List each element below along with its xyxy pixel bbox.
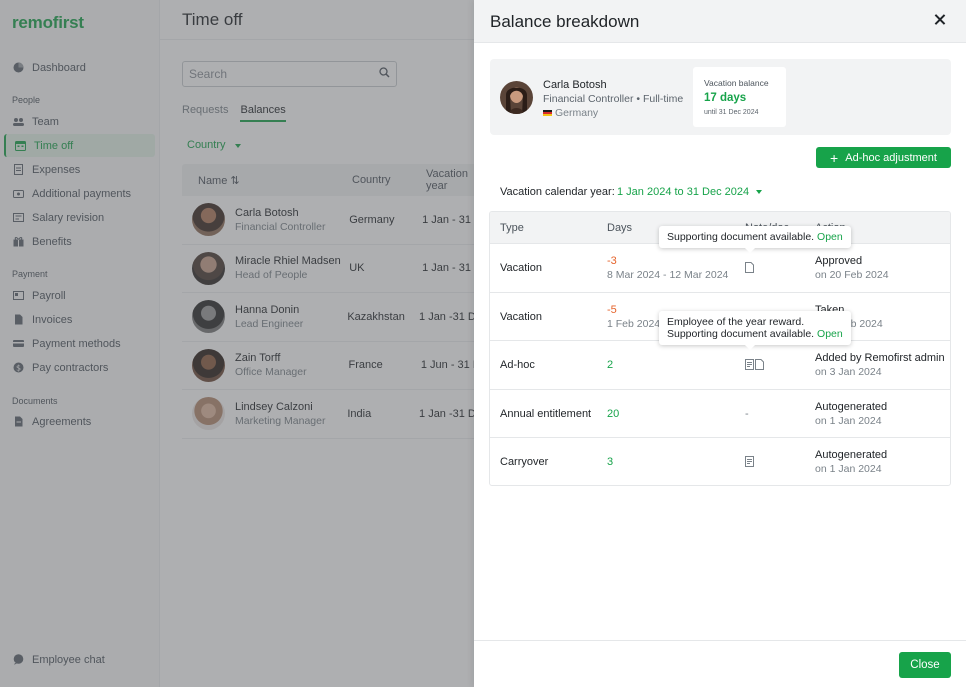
close-button[interactable]: Close <box>899 652 951 678</box>
adhoc-adjustment-button[interactable]: + Ad-hoc adjustment <box>816 147 951 168</box>
employee-name: Carla Botosh <box>543 79 607 91</box>
action-cell: Added by Remofirst admin on 3 Jan 2024 <box>815 352 945 378</box>
employee-country-label: Germany <box>555 107 599 119</box>
notes-cell <box>745 359 764 370</box>
file-icon[interactable] <box>745 262 754 273</box>
plus-icon: + <box>830 149 839 166</box>
employee-country: Germany <box>543 107 598 119</box>
open-document-link[interactable]: Open <box>817 328 843 340</box>
vacation-balance-label: Vacation balance <box>704 78 769 88</box>
chevron-down-icon <box>756 190 763 194</box>
days-cell: 20 <box>607 408 619 420</box>
file-icon[interactable] <box>755 359 764 370</box>
days-value: 3 <box>607 456 614 468</box>
table-row: Ad-hoc 2 Added by Remofirst admin on 3 J… <box>490 341 950 390</box>
germany-flag-icon <box>543 110 552 116</box>
action-status: Autogenerated <box>815 449 888 461</box>
tooltip-text: Supporting document available. <box>667 231 815 243</box>
breakdown-table: Type Days Note/doc Action Vacation -3 8 … <box>489 211 951 486</box>
days-dates: 8 Mar 2024 - 12 Mar 2024 <box>607 269 729 281</box>
days-value: -3 <box>607 255 617 267</box>
employee-role: Financial Controller • Full-time <box>543 93 684 105</box>
drawer-title: Balance breakdown <box>490 12 640 31</box>
action-date: on 20 Feb 2024 <box>815 269 889 281</box>
type-cell: Vacation <box>500 262 542 274</box>
column-header-type: Type <box>500 222 524 234</box>
table-row: Carryover 3 Autogenerated on 1 Jan 2024 <box>490 438 950 485</box>
days-value: -5 <box>607 303 617 316</box>
notes-cell: - <box>745 407 749 420</box>
table-row: Annual entitlement 20 - Autogenerated on… <box>490 390 950 438</box>
column-header-days: Days <box>607 222 633 234</box>
drawer-header: Balance breakdown <box>474 0 966 43</box>
type-cell: Carryover <box>500 456 549 468</box>
vacation-year-select[interactable]: 1 Jan 2024 to 31 Dec 2024 <box>617 186 763 198</box>
days-value: 2 <box>607 359 614 371</box>
action-date: on 3 Jan 2024 <box>815 366 882 378</box>
drawer-footer: Close <box>474 640 966 687</box>
note-tooltip: Employee of the year reward. Supporting … <box>659 311 851 350</box>
table-row: Vacation -3 8 Mar 2024 - 12 Mar 2024 App… <box>490 244 950 293</box>
days-value: 20 <box>607 407 620 420</box>
vacation-balance-until: until 31 Dec 2024 <box>704 109 759 116</box>
type-cell: Annual entitlement <box>500 407 592 420</box>
action-date: on 1 Jan 2024 <box>815 463 882 475</box>
note-icon[interactable] <box>745 456 754 467</box>
open-document-link[interactable]: Open <box>817 231 843 243</box>
close-icon[interactable] <box>934 14 946 26</box>
tooltip-note-text: Employee of the year reward. <box>667 316 805 328</box>
days-cell: -3 8 Mar 2024 - 12 Mar 2024 <box>607 255 728 281</box>
vacation-year-label: Vacation calendar year: <box>500 186 615 198</box>
balance-breakdown-drawer: Balance breakdown Carla Botosh Financial… <box>474 0 966 687</box>
action-status: Autogenerated <box>815 400 888 413</box>
document-tooltip: Supporting document available. Open <box>659 226 851 253</box>
type-cell: Ad-hoc <box>500 359 535 371</box>
days-cell: 3 <box>607 456 613 468</box>
vacation-balance-value: 17 days <box>704 92 747 104</box>
action-status: Approved <box>815 255 863 267</box>
action-cell: Autogenerated on 1 Jan 2024 <box>815 401 887 427</box>
days-cell: -5 1 Feb 2024 <box>607 304 660 330</box>
employee-card: Carla Botosh Financial Controller • Full… <box>490 59 951 135</box>
notes-cell <box>745 456 754 467</box>
note-icon[interactable] <box>745 359 754 370</box>
vacation-balance-box: Vacation balance 17 days until 31 Dec 20… <box>693 67 786 127</box>
action-status: Added by Remofirst admin <box>815 352 945 364</box>
action-cell: Approved on 20 Feb 2024 <box>815 255 889 281</box>
action-date: on 1 Jan 2024 <box>815 414 882 427</box>
tooltip-text: Supporting document available. <box>667 328 815 340</box>
notes-cell <box>745 262 754 273</box>
action-cell: Autogenerated on 1 Jan 2024 <box>815 449 887 475</box>
adhoc-adjustment-label: Ad-hoc adjustment <box>845 151 937 164</box>
days-cell: 2 <box>607 359 613 371</box>
type-cell: Vacation <box>500 310 542 323</box>
avatar <box>500 81 533 114</box>
days-dates: 1 Feb 2024 <box>607 317 661 330</box>
vacation-year-value: 1 Jan 2024 to 31 Dec 2024 <box>617 186 750 198</box>
